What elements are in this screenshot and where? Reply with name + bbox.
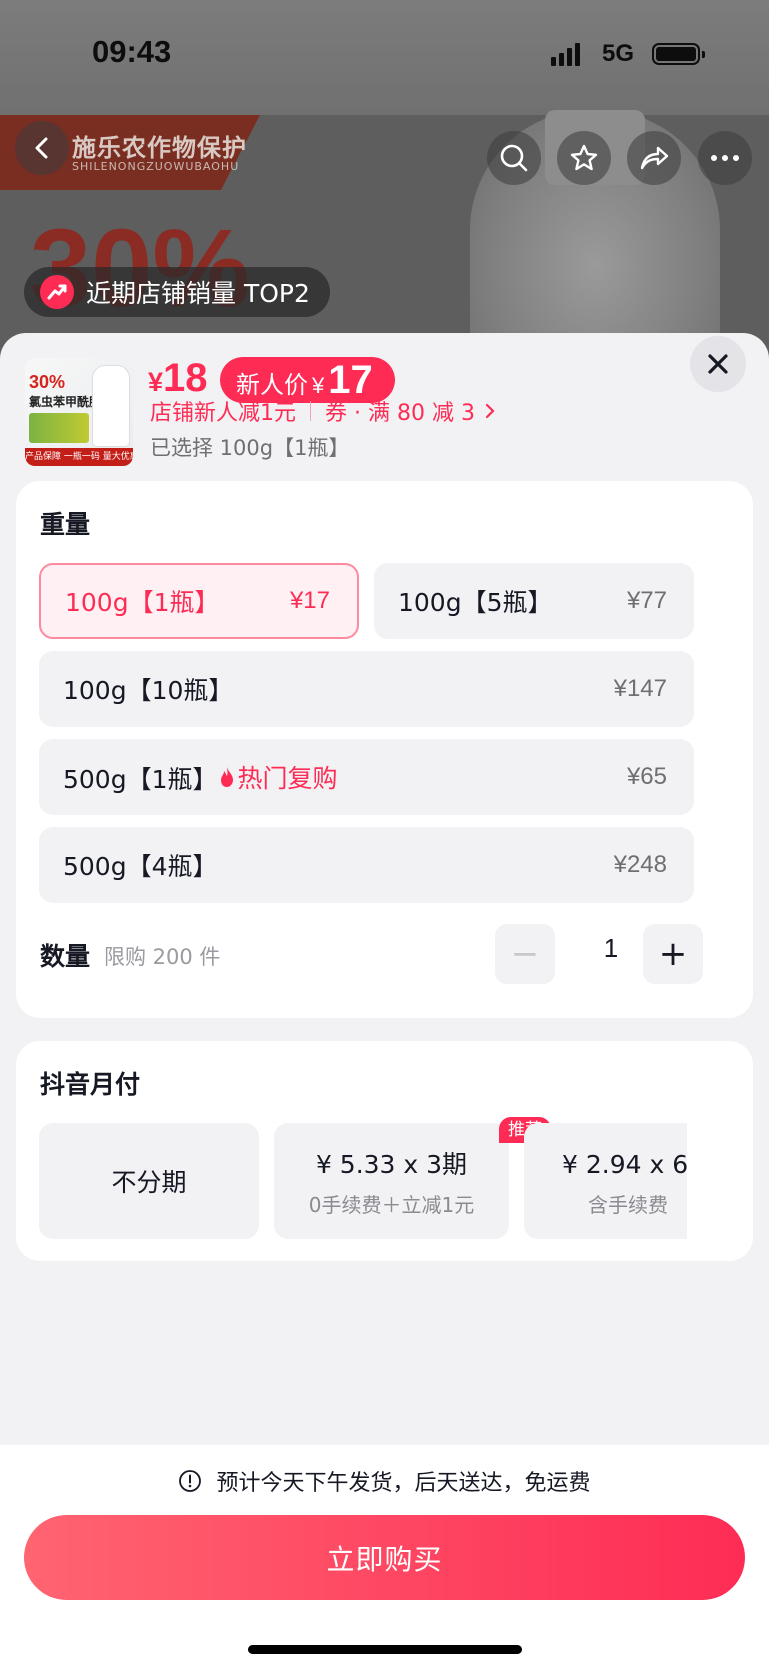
thumb-crop-image (29, 413, 89, 443)
installment-option-none[interactable]: 不分期 (39, 1123, 259, 1239)
brand-subtitle: SHILENONGZUOWUBAOHU (72, 160, 240, 173)
trend-up-icon (40, 275, 74, 309)
promo-divider (310, 401, 311, 421)
promo-coupon: 券 · 满 80 减 3 (325, 401, 475, 426)
info-icon (179, 1470, 202, 1492)
monthly-pay-title: 抖音月付 (40, 1070, 141, 1099)
sku-option-label: 100g【5瓶】 (398, 588, 553, 617)
installment-main: ¥ 2.94 x 6期 (562, 1149, 687, 1179)
price-value: 18 (163, 356, 208, 400)
flame-icon (220, 766, 233, 787)
sku-option-label-group: 500g【1瓶】 热门复购 (63, 759, 338, 796)
installment-sub: 含手续费 (588, 1192, 668, 1217)
sku-option-label: 100g【1瓶】 (65, 588, 220, 617)
sku-option-label: 100g【10瓶】 (63, 676, 234, 705)
spec-title: 重量 (40, 510, 91, 539)
share-icon (640, 146, 669, 170)
price-currency: ¥ (148, 367, 164, 397)
network-type: 5G (602, 40, 635, 67)
back-button[interactable] (15, 121, 69, 175)
thumb-product-name: 氯虫苯甲酰胺 (29, 395, 102, 409)
share-button[interactable] (627, 131, 681, 185)
sku-option-100g-1[interactable]: 100g【1瓶】 ¥17 (39, 563, 359, 639)
signal-icon (551, 40, 580, 66)
selected-sku-text: 已选择 100g【1瓶】 (150, 436, 350, 460)
search-icon (500, 144, 528, 172)
hot-repurchase-tag: 热门复购 (218, 759, 338, 795)
star-icon (570, 144, 598, 171)
search-button[interactable] (487, 131, 541, 185)
sku-option-label: 500g【1瓶】 (63, 764, 218, 794)
more-dots-icon (711, 155, 739, 161)
status-time: 09:43 (92, 34, 172, 69)
chevron-right-icon (485, 403, 495, 419)
thumb-percent: 30% (29, 372, 66, 392)
sku-option-price: ¥17 (289, 587, 330, 614)
favorite-button[interactable] (557, 131, 611, 185)
promo-new-user: 店铺新人减1元 (150, 401, 296, 426)
installment-main: ¥ 5.33 x 3期 (315, 1149, 468, 1179)
sales-rank-badge: 近期店铺销量 TOP2 (24, 267, 330, 317)
quantity-label: 数量 (40, 942, 91, 971)
sku-option-label: 500g【4瓶】 (63, 852, 218, 881)
quantity-limit: 限购 200 件 (104, 945, 221, 969)
installment-main: 不分期 (111, 1168, 187, 1197)
delivery-notice: 预计今天下午发货，后天送达，免运费 (0, 1465, 769, 1497)
more-button[interactable] (698, 131, 752, 185)
sku-option-100g-5[interactable]: 100g【5瓶】 ¥77 (374, 563, 694, 639)
bottom-bar: 预计今天下午发货，后天送达，免运费 立即购买 (0, 1445, 769, 1665)
close-icon (708, 354, 728, 374)
battery-icon (652, 43, 705, 65)
sku-option-price: ¥248 (613, 851, 667, 878)
thumb-bottle-image (93, 366, 129, 446)
installment-option-6[interactable]: ¥ 2.94 x 6期 含手续费 (524, 1123, 687, 1239)
quantity-value[interactable]: 1 (591, 933, 631, 964)
home-indicator (248, 1645, 522, 1654)
hot-repurchase-text: 热门复购 (237, 763, 338, 793)
close-button[interactable] (690, 336, 746, 392)
thumb-bottom-banner: 产品保障 一瓶一码 量大优惠 (25, 448, 133, 466)
delivery-notice-text: 预计今天下午发货，后天送达，免运费 (216, 1471, 591, 1496)
quantity-decrease-button[interactable]: − (495, 924, 555, 984)
monthly-pay-card: 抖音月付 不分期 ¥ 5.33 x 3期 0手续费＋立减1元 推荐 ¥ 2.94… (16, 1041, 753, 1261)
sku-option-500g-1[interactable]: 500g【1瓶】 热门复购 ¥65 (39, 739, 694, 815)
quantity-increase-button[interactable]: + (643, 924, 703, 984)
product-thumbnail[interactable]: 30% 氯虫苯甲酰胺 产品保障 一瓶一码 量大优惠 (25, 358, 133, 466)
promo-line[interactable]: 店铺新人减1元 券 · 满 80 减 3 (150, 395, 499, 427)
spec-card: 重量 100g【1瓶】 ¥17 100g【5瓶】 ¥77 100g【10瓶】 ¥… (16, 481, 753, 1018)
chevron-left-icon (35, 137, 48, 159)
sku-option-price: ¥77 (626, 587, 667, 614)
brand-name: 施乐农作物保护 (72, 134, 247, 162)
installment-sub: 0手续费＋立减1元 (308, 1192, 475, 1217)
installment-option-3[interactable]: ¥ 5.33 x 3期 0手续费＋立减1元 (274, 1123, 509, 1239)
sku-option-price: ¥65 (626, 763, 667, 790)
sku-option-price: ¥147 (613, 675, 667, 702)
sku-option-100g-10[interactable]: 100g【10瓶】 ¥147 (39, 651, 694, 727)
buy-now-button[interactable]: 立即购买 (24, 1515, 745, 1600)
sku-option-500g-4[interactable]: 500g【4瓶】 ¥248 (39, 827, 694, 903)
sales-rank-text: 近期店铺销量 TOP2 (86, 279, 310, 308)
